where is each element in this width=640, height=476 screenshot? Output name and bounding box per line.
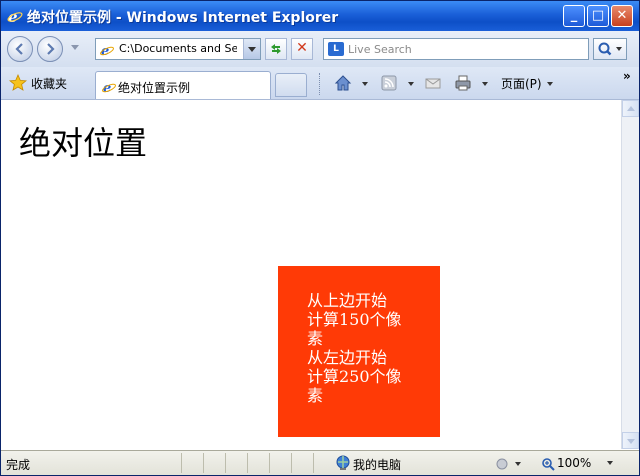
favorites-star-icon[interactable] (8, 73, 28, 96)
zoom-dropdown[interactable] (607, 461, 613, 465)
page-ie-icon: e (99, 42, 115, 62)
tab-active[interactable]: e 绝对位置示例 (95, 71, 271, 99)
ie-window: e 绝对位置示例 - Windows Internet Explorer _ □… (0, 0, 640, 476)
search-box[interactable]: L (323, 38, 589, 60)
live-search-logo: L (328, 42, 344, 56)
stop-button[interactable]: ✕ (291, 38, 313, 60)
forward-icon (47, 43, 55, 55)
new-tab-button[interactable] (275, 73, 307, 97)
search-icon (598, 42, 622, 56)
page-menu-dropdown[interactable] (547, 82, 553, 86)
favorites-button[interactable]: 收藏夹 (31, 75, 67, 92)
status-text: 完成 (6, 458, 31, 472)
toolbar-overflow-chevron[interactable]: » (623, 69, 631, 83)
status-divider (291, 453, 292, 473)
minimize-button[interactable]: _ (563, 5, 585, 27)
address-text[interactable]: C:\Documents and Set (119, 42, 237, 55)
box-text-line: 从左边开始 (307, 348, 388, 367)
page-menu[interactable]: 页面(P) (501, 75, 542, 92)
favorites-bar: 收藏夹 e 绝对位置示例 页面(P) » (1, 67, 639, 100)
vertical-scrollbar[interactable] (621, 100, 639, 449)
toolbar-separator (319, 73, 322, 95)
status-divider (225, 453, 226, 473)
box-text-line: 素 (307, 329, 324, 348)
print-dropdown[interactable] (482, 82, 488, 86)
protected-mode-icon[interactable] (495, 456, 523, 475)
zoom-level[interactable]: 100% (557, 456, 591, 470)
tab-ie-icon: e (101, 79, 117, 99)
home-dropdown[interactable] (362, 82, 368, 86)
tab-label: 绝对位置示例 (118, 81, 191, 95)
box-text-line: 计算150个像 (307, 310, 402, 329)
refresh-icon (271, 44, 281, 54)
address-dropdown[interactable] (243, 39, 260, 59)
print-icon[interactable] (453, 73, 473, 97)
stop-icon: ✕ (296, 40, 308, 56)
mail-icon[interactable] (423, 73, 443, 97)
status-divider (203, 453, 204, 473)
box-text-line: 计算250个像 (307, 367, 402, 386)
page-heading: 绝对位置 (19, 124, 148, 162)
page-content: 绝对位置 从上边开始 计算150个像 素 从左边开始 计算250个像 素 (1, 100, 621, 449)
close-button[interactable]: ✕ (611, 5, 633, 27)
navigation-bar: e C:\Documents and Set ✕ L (1, 31, 639, 67)
search-button[interactable] (593, 38, 627, 60)
status-divider (181, 453, 182, 473)
computer-icon (335, 455, 351, 475)
title-bar: e 绝对位置示例 - Windows Internet Explorer _ □… (1, 1, 639, 31)
status-divider (313, 453, 314, 473)
recent-pages-dropdown[interactable] (71, 45, 79, 50)
ie-icon: e (7, 8, 23, 26)
zoom-icon[interactable] (541, 456, 555, 475)
rss-icon[interactable] (379, 73, 399, 97)
search-input[interactable] (348, 40, 578, 58)
maximize-button[interactable]: □ (587, 5, 609, 27)
status-bar: 完成 我的电脑 100% (1, 450, 639, 475)
back-button[interactable] (7, 36, 33, 62)
scroll-up-button[interactable] (622, 100, 639, 117)
status-divider (247, 453, 248, 473)
rss-dropdown[interactable] (408, 82, 414, 86)
box-text-line: 从上边开始 (307, 291, 388, 310)
status-divider (269, 453, 270, 473)
refresh-button[interactable] (265, 38, 287, 60)
window-title: 绝对位置示例 - Windows Internet Explorer (27, 10, 339, 26)
status-panels (181, 453, 331, 473)
address-bar[interactable]: e C:\Documents and Set (95, 38, 261, 60)
home-icon[interactable] (333, 73, 353, 97)
absolute-position-box: 从上边开始 计算150个像 素 从左边开始 计算250个像 素 (278, 266, 440, 437)
security-zone[interactable]: 我的电脑 (353, 456, 401, 473)
scroll-down-button[interactable] (622, 432, 639, 449)
forward-button[interactable] (37, 36, 63, 62)
back-icon (15, 43, 23, 55)
box-text-line: 素 (307, 386, 324, 405)
